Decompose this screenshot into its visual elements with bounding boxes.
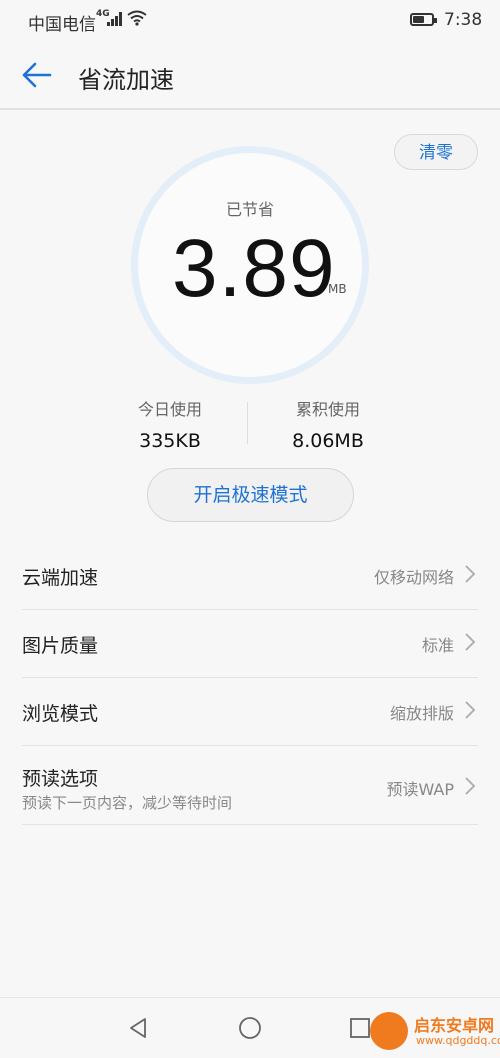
saved-value: 3.89 xyxy=(172,223,336,314)
back-arrow-icon[interactable] xyxy=(20,60,54,90)
battery-icon xyxy=(410,13,437,26)
watermark-logo: 启东安卓网 www.qdgddq.com xyxy=(370,1010,500,1054)
watermark-text: 启东安卓网 xyxy=(414,1016,495,1035)
total-usage: 累积使用 8.06MB xyxy=(248,396,408,452)
setting-image-quality[interactable]: 图片质量 标准 xyxy=(22,610,478,678)
today-usage-label: 今日使用 xyxy=(137,400,202,419)
watermark-url: www.qdgddq.com xyxy=(416,1034,500,1047)
chevron-right-icon xyxy=(465,565,476,583)
setting-cloud-acceleration[interactable]: 云端加速 仅移动网络 xyxy=(22,542,478,610)
setting-name: 图片质量 xyxy=(22,635,99,657)
chevron-right-icon xyxy=(465,701,476,719)
today-usage: 今日使用 335KB xyxy=(90,396,250,452)
status-bar: 中国电信 4G 7:38 xyxy=(0,0,500,42)
setting-name: 预读选项 xyxy=(22,768,99,790)
clear-button[interactable]: 清零 xyxy=(394,134,478,170)
watermark-icon xyxy=(370,1012,408,1050)
speed-mode-button[interactable]: 开启极速模式 xyxy=(147,468,354,522)
saved-unit: MB xyxy=(328,282,347,296)
setting-value: 标准 xyxy=(421,636,454,655)
setting-value: 仅移动网络 xyxy=(373,568,454,587)
setting-value: 缩放排版 xyxy=(389,704,454,723)
clock: 7:38 xyxy=(444,10,483,30)
signal-icon xyxy=(107,12,125,26)
settings-list: 云端加速 仅移动网络 图片质量 标准 浏览模式 缩放排版 预读选项 预读下一页内… xyxy=(22,542,478,825)
carrier-name: 中国电信 xyxy=(28,15,96,35)
total-usage-value: 8.06MB xyxy=(292,430,364,452)
today-usage-value: 335KB xyxy=(139,430,201,452)
app-header: 省流加速 xyxy=(0,42,500,110)
setting-browse-mode[interactable]: 浏览模式 缩放排版 xyxy=(22,678,478,746)
setting-value: 预读WAP xyxy=(386,780,454,799)
wifi-icon xyxy=(127,10,147,26)
nav-recent-apps-icon[interactable] xyxy=(349,1017,371,1039)
total-usage-label: 累积使用 xyxy=(295,400,360,419)
setting-description: 预读下一页内容，减少等待时间 xyxy=(22,794,233,812)
chevron-right-icon xyxy=(465,777,476,795)
setting-preload-option[interactable]: 预读选项 预读下一页内容，减少等待时间 预读WAP xyxy=(22,746,478,825)
setting-name: 云端加速 xyxy=(22,567,99,589)
setting-name: 浏览模式 xyxy=(22,703,99,725)
page-title: 省流加速 xyxy=(78,66,174,94)
chevron-right-icon xyxy=(465,633,476,651)
nav-back-icon[interactable] xyxy=(126,1016,150,1040)
saved-label: 已节省 xyxy=(225,200,274,219)
nav-home-icon[interactable] xyxy=(238,1016,262,1040)
